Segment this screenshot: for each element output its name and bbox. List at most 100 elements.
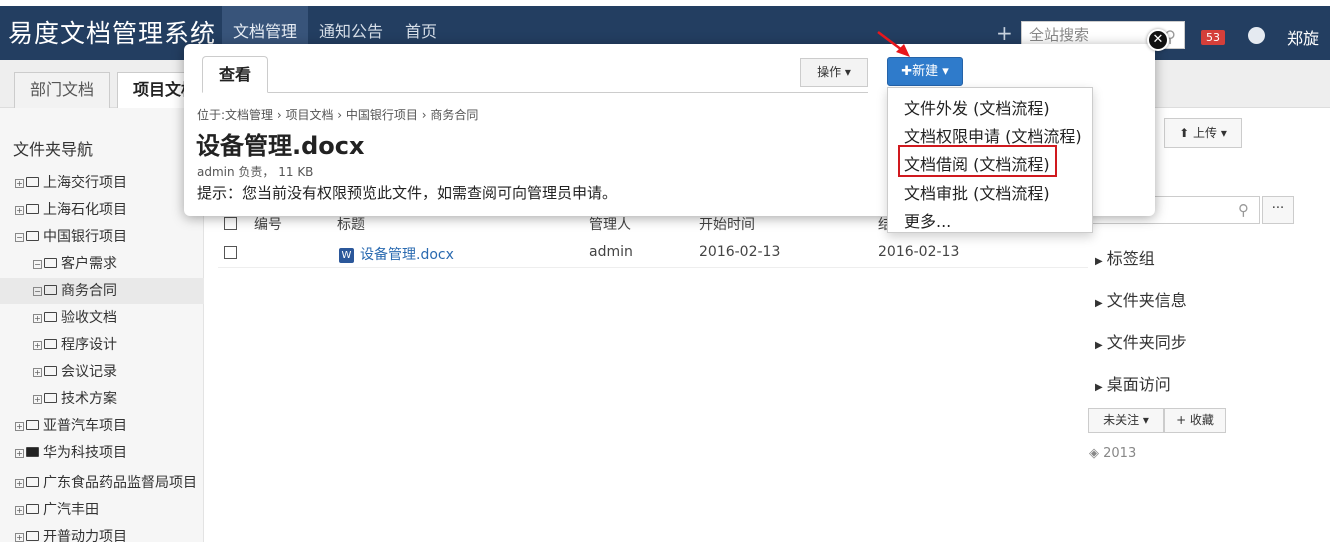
app-brand[interactable]: 易度文档管理系统 (8, 14, 216, 50)
menu-item-file-send[interactable]: 文件外发 (文档流程) (904, 95, 1050, 119)
folder-icon (26, 177, 39, 187)
caret-right-icon: ▶ (1095, 256, 1103, 267)
globe-icon[interactable] (1248, 27, 1265, 44)
tree-item[interactable]: + 广东食品药品监督局项目 (0, 470, 204, 496)
panel-link-folder-info[interactable]: ▶ 文件夹信息 (1095, 287, 1187, 311)
collapse-icon[interactable]: − (33, 286, 42, 296)
search-placeholder: 全站搜索 (1029, 26, 1090, 44)
menu-item-document-borrow[interactable]: 文档借阅 (文档流程) (904, 151, 1050, 175)
file-link[interactable]: 设备管理.docx (360, 247, 454, 263)
expand-icon[interactable]: + (33, 367, 42, 377)
col-title[interactable]: 标题 (337, 214, 365, 234)
tab-view[interactable]: 查看 (202, 56, 268, 93)
document-title: 设备管理.docx (196, 132, 365, 160)
tree-item[interactable]: + 亚普汽车项目 (0, 413, 204, 439)
folder-sidebar: 文件夹导航 + 上海交行项目 + 上海石化项目 − 中国银行项目 − 客户需求 − 商务合… (0, 108, 204, 542)
expand-icon[interactable]: + (15, 532, 24, 542)
expand-icon[interactable]: + (15, 505, 24, 515)
expand-icon[interactable]: + (15, 205, 24, 215)
search-icon[interactable]: ⚲ (1238, 201, 1249, 219)
caret-right-icon: ▶ (1095, 340, 1103, 351)
tab-divider (202, 92, 868, 93)
expand-icon[interactable]: + (15, 478, 24, 488)
tree-item[interactable]: + 验收文档 (0, 305, 204, 331)
caret-right-icon: ▶ (1095, 382, 1103, 393)
close-icon[interactable]: ✕ (1147, 29, 1169, 51)
tree-item[interactable]: − 客户需求 (0, 251, 204, 277)
operations-button[interactable]: 操作 ▾ (800, 58, 868, 87)
new-dropdown-menu: 文件外发 (文档流程) 文档权限申请 (文档流程) 文档借阅 (文档流程) 文档… (887, 87, 1093, 233)
document-meta: admin 负责， 11 KB (197, 165, 314, 179)
red-arrow-annotation (877, 31, 910, 57)
manager-cell: admin (589, 244, 633, 260)
tree-item[interactable]: + 开普动力项目 (0, 524, 204, 542)
folder-icon (44, 258, 57, 268)
folder-icon (26, 504, 39, 514)
collapse-icon[interactable]: − (15, 232, 24, 242)
panel-link-tag-groups[interactable]: ▶ 标签组 (1095, 245, 1155, 269)
tag-icon: ◈ (1089, 446, 1104, 461)
tag-item[interactable]: ◈ 2013 (1089, 446, 1136, 461)
tree-item[interactable]: + 上海交行项目 (0, 170, 204, 196)
table-row[interactable]: W 设备管理.docx admin 2016-02-13 2016-02-13 (218, 240, 1088, 268)
panel-link-folder-sync[interactable]: ▶ 文件夹同步 (1095, 329, 1187, 353)
tree-item[interactable]: + 华为科技项目 (0, 440, 204, 466)
tab-department-docs[interactable]: 部门文档 (14, 72, 111, 108)
start-time-cell: 2016-02-13 (699, 244, 781, 260)
chevron-down-icon: ▾ (841, 65, 851, 79)
notification-badge[interactable]: 53 (1201, 30, 1225, 45)
user-menu[interactable]: 郑旋 (1287, 25, 1319, 49)
panel-link-desktop-access[interactable]: ▶ 桌面访问 (1095, 371, 1171, 395)
new-button[interactable]: ✚新建 ▾ (887, 57, 963, 86)
folder-icon (44, 285, 57, 295)
tree-item[interactable]: − 中国银行项目 (0, 224, 204, 250)
chevron-down-icon: ▾ (938, 64, 949, 79)
end-time-cell: 2016-02-13 (878, 244, 960, 260)
more-button[interactable]: ··· (1262, 196, 1294, 224)
col-start-time[interactable]: 开始时间 (699, 214, 755, 234)
menu-item-permission-request[interactable]: 文档权限申请 (文档流程) (904, 123, 1082, 147)
expand-icon[interactable]: + (15, 421, 24, 431)
upload-icon: ⬆ (1179, 126, 1193, 140)
caret-right-icon: ▶ (1095, 298, 1103, 309)
folder-icon (44, 366, 57, 376)
folder-icon (26, 231, 39, 241)
breadcrumb: 位于:文档管理 › 项目文档 › 中国银行项目 › 商务合同 (197, 108, 479, 122)
folder-icon (26, 477, 39, 487)
tree-item[interactable]: + 技术方案 (0, 386, 204, 412)
follow-button[interactable]: 未关注 ▾ (1088, 408, 1164, 433)
chevron-down-icon: ▾ (1139, 413, 1149, 427)
menu-item-more[interactable]: 更多... (904, 208, 951, 232)
expand-icon[interactable]: + (33, 340, 42, 350)
col-manager[interactable]: 管理人 (589, 214, 631, 234)
tree-item-selected[interactable]: − 商务合同 (0, 278, 204, 304)
folder-filled-icon (26, 447, 39, 457)
expand-icon[interactable]: + (15, 448, 24, 458)
upload-button[interactable]: ⬆ 上传 ▾ (1164, 118, 1242, 148)
plus-icon: ✚ (901, 64, 913, 79)
col-number[interactable]: 编号 (254, 214, 282, 234)
row-checkbox[interactable] (224, 246, 237, 259)
tree-item[interactable]: + 会议记录 (0, 359, 204, 385)
folder-icon (44, 312, 57, 322)
expand-icon[interactable]: + (33, 394, 42, 404)
chevron-down-icon: ▾ (1217, 126, 1227, 140)
sidebar-title: 文件夹导航 (13, 140, 94, 159)
menu-item-document-approval[interactable]: 文档审批 (文档流程) (904, 180, 1050, 204)
select-all-checkbox[interactable] (224, 217, 237, 230)
folder-icon (44, 339, 57, 349)
tree-item[interactable]: + 程序设计 (0, 332, 204, 358)
folder-icon (26, 420, 39, 430)
add-icon[interactable]: + (996, 21, 1013, 45)
favorite-button[interactable]: + 收藏 (1164, 408, 1226, 433)
expand-icon[interactable]: + (33, 313, 42, 323)
folder-icon (26, 204, 39, 214)
folder-icon (26, 531, 39, 541)
collapse-icon[interactable]: − (33, 259, 42, 269)
file-title-cell[interactable]: W 设备管理.docx (339, 244, 454, 264)
tree-item[interactable]: + 广汽丰田 (0, 497, 204, 523)
folder-icon (44, 393, 57, 403)
tree-item[interactable]: + 上海石化项目 (0, 197, 204, 223)
permission-hint: 提示：您当前没有权限预览此文件，如需查阅可向管理员申请。 (197, 184, 618, 202)
expand-icon[interactable]: + (15, 178, 24, 188)
